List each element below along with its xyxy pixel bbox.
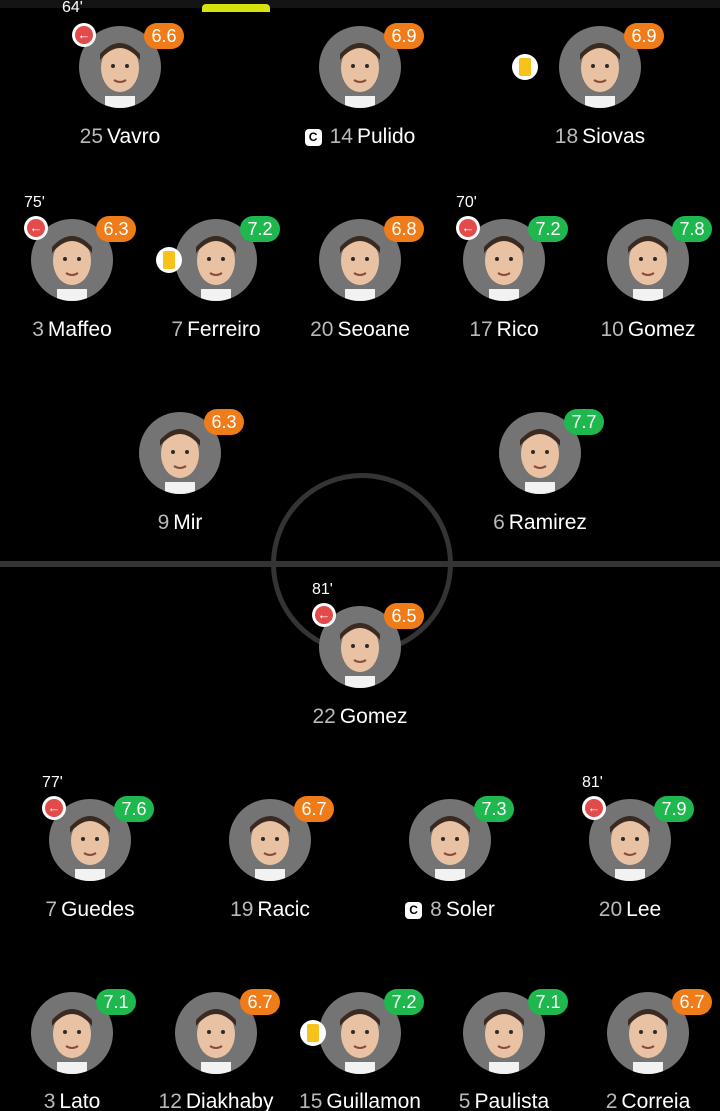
sub-out-icon — [42, 796, 66, 820]
tab-indicator — [202, 4, 270, 12]
rating-badge: 6.9 — [624, 23, 664, 49]
player-name: 9 Mir — [157, 511, 203, 534]
rating-badge: 6.9 — [384, 23, 424, 49]
sub-out-icon — [72, 23, 96, 47]
rating-badge: 7.1 — [96, 989, 136, 1015]
yellow-card-icon — [156, 247, 182, 273]
yellow-card-icon — [512, 54, 538, 80]
rating-badge: 6.7 — [294, 796, 334, 822]
rating-badge: 7.7 — [564, 409, 604, 435]
substitution-minute: 81' — [312, 581, 333, 598]
rating-badge: 7.2 — [240, 216, 280, 242]
captain-badge-icon: C — [405, 902, 423, 919]
sub-out-icon — [312, 603, 336, 627]
substitution-minute: 64' — [62, 0, 83, 16]
rating-badge: 7.8 — [672, 216, 712, 242]
player-name: 20 Lee — [598, 898, 662, 921]
player-name: 25 Vavro — [79, 125, 161, 148]
rating-badge: 6.5 — [384, 603, 424, 629]
sub-out-icon — [582, 796, 606, 820]
rating-badge: 6.8 — [384, 216, 424, 242]
captain-badge-icon: C — [304, 129, 322, 146]
rating-badge: 6.7 — [240, 989, 280, 1015]
substitution-minute: 75' — [24, 194, 45, 211]
player-name: 10 Gomez — [600, 318, 696, 341]
player-name: 22 Gomez — [312, 705, 408, 728]
player-name: 2 Correia — [605, 1090, 691, 1111]
substitution-minute: 81' — [582, 774, 603, 791]
player-name: 6 Ramirez — [493, 511, 587, 534]
player-name: 18 Siovas — [554, 125, 646, 148]
top-bar — [0, 0, 720, 8]
yellow-card-icon — [300, 1020, 326, 1046]
rating-badge: 6.7 — [672, 989, 712, 1015]
substitution-minute: 77' — [42, 774, 63, 791]
rating-badge: 6.3 — [204, 409, 244, 435]
substitution-minute: 70' — [456, 194, 477, 211]
player-name: C 14 Pulido — [240, 125, 480, 149]
rating-badge: 7.3 — [474, 796, 514, 822]
sub-out-icon — [24, 216, 48, 240]
rating-badge: 7.2 — [384, 989, 424, 1015]
rating-badge: 7.1 — [528, 989, 568, 1015]
sub-out-icon — [456, 216, 480, 240]
rating-badge: 6.6 — [144, 23, 184, 49]
rating-badge: 7.6 — [114, 796, 154, 822]
rating-badge: 7.2 — [528, 216, 568, 242]
rating-badge: 7.9 — [654, 796, 694, 822]
rating-badge: 6.3 — [96, 216, 136, 242]
